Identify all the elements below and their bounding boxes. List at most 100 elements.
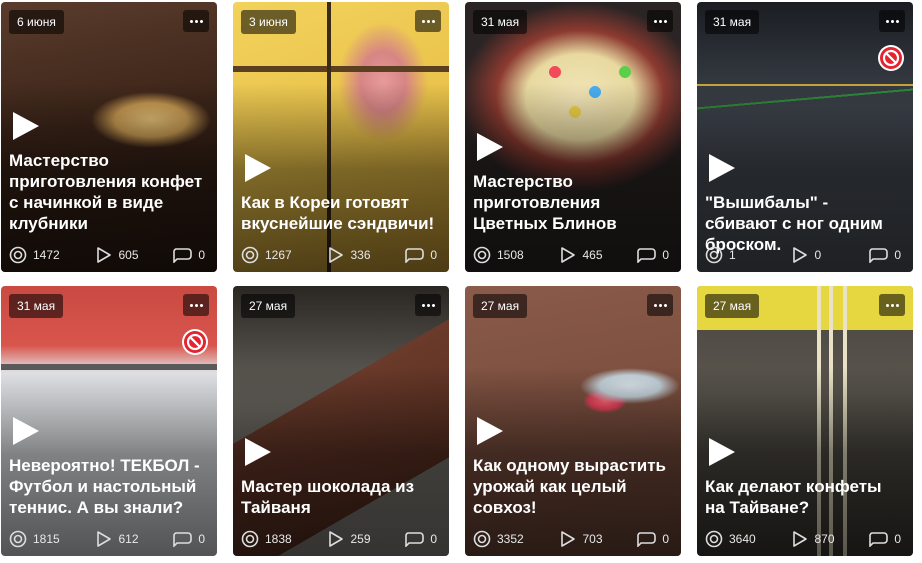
video-stats: 1815 612 0: [9, 530, 209, 548]
comments-stat[interactable]: 0: [868, 247, 901, 263]
play-triangle-icon: [329, 531, 344, 547]
video-card[interactable]: 27 мая Как делают конфеты на Тайване? 36…: [697, 286, 913, 556]
more-dots-icon[interactable]: [415, 10, 441, 32]
comments-count: 0: [662, 532, 669, 546]
plays-count: 870: [814, 532, 835, 546]
comments-count: 0: [430, 248, 437, 262]
video-card[interactable]: 3 июня Как в Кореи готовят вкуснейшие сэ…: [233, 2, 449, 272]
comments-stat[interactable]: 0: [404, 531, 437, 547]
comments-stat[interactable]: 0: [868, 531, 901, 547]
video-stats: 1267 336 0: [241, 246, 441, 264]
video-title[interactable]: Невероятно! ТЕКБОЛ - Футбол и настольный…: [9, 455, 209, 518]
video-title[interactable]: Как в Кореи готовят вкуснейшие сэндвичи!: [241, 192, 441, 234]
plays-count: 0: [814, 248, 822, 262]
video-card[interactable]: 31 мая Мастерство приготовления Цветных …: [465, 2, 681, 272]
publish-date: 3 июня: [241, 10, 296, 34]
views-stat: 3352: [473, 530, 560, 548]
video-card[interactable]: 31 мая "Вышибалы" - сбивают с ног одним …: [697, 2, 913, 272]
eye-circle-icon: [241, 246, 259, 264]
play-icon[interactable]: [241, 436, 273, 468]
plays-stat: 0: [792, 246, 868, 264]
publish-date: 27 мая: [241, 294, 296, 318]
video-card[interactable]: 31 мая Невероятно! ТЕКБОЛ - Футбол и нас…: [1, 286, 217, 556]
video-title[interactable]: Как одному вырастить урожай как целый со…: [473, 455, 673, 518]
views-stat: 1267: [241, 246, 328, 264]
more-dots-icon[interactable]: [415, 294, 441, 316]
play-triangle-icon: [561, 531, 576, 547]
speech-bubble-icon: [637, 532, 657, 547]
comments-stat[interactable]: 0: [172, 247, 205, 263]
play-icon[interactable]: [473, 131, 505, 163]
publish-date: 27 мая: [705, 294, 760, 318]
publish-date: 27 мая: [473, 294, 528, 318]
comments-stat[interactable]: 0: [404, 247, 437, 263]
plays-stat: 605: [96, 246, 172, 264]
views-count: 1508: [497, 248, 524, 262]
views-stat: 1838: [241, 530, 328, 548]
comments-stat[interactable]: 0: [636, 247, 669, 263]
more-dots-icon[interactable]: [879, 294, 905, 316]
video-stats: 3352 703 0: [473, 530, 673, 548]
views-count: 3352: [497, 532, 524, 546]
video-stats: 1508 465 0: [473, 246, 673, 264]
views-stat: 1: [705, 246, 792, 264]
plays-stat: 612: [96, 530, 172, 548]
plays-count: 612: [118, 532, 139, 546]
comments-stat[interactable]: 0: [636, 531, 669, 547]
eye-circle-icon: [9, 530, 27, 548]
more-dots-icon[interactable]: [183, 294, 209, 316]
video-title[interactable]: Как делают конфеты на Тайване?: [705, 476, 905, 518]
views-count: 1838: [265, 532, 292, 546]
video-card[interactable]: 6 июня Мастерство приготовления конфет с…: [1, 2, 217, 272]
views-count: 1472: [33, 248, 60, 262]
play-icon[interactable]: [705, 152, 737, 184]
more-dots-icon[interactable]: [183, 10, 209, 32]
comments-stat[interactable]: 0: [172, 531, 205, 547]
video-stats: 1838 259 0: [241, 530, 441, 548]
play-triangle-icon: [97, 247, 112, 263]
views-count: 1: [729, 248, 736, 262]
play-triangle-icon: [793, 531, 808, 547]
more-dots-icon[interactable]: [647, 294, 673, 316]
play-triangle-icon: [329, 247, 344, 263]
views-count: 3640: [729, 532, 756, 546]
video-card[interactable]: 27 мая Мастер шоколада из Тайваня 1838 2…: [233, 286, 449, 556]
video-stats: 1 0 0: [705, 246, 905, 264]
eye-circle-icon: [705, 246, 723, 264]
views-stat: 3640: [705, 530, 792, 548]
plays-stat: 259: [328, 530, 404, 548]
speech-bubble-icon: [173, 248, 193, 263]
plays-count: 465: [582, 248, 603, 262]
video-card[interactable]: 27 мая Как одному вырастить урожай как ц…: [465, 286, 681, 556]
eye-circle-icon: [473, 530, 491, 548]
play-icon[interactable]: [705, 436, 737, 468]
play-triangle-icon: [561, 247, 576, 263]
plays-count: 259: [350, 532, 371, 546]
play-icon[interactable]: [9, 110, 41, 142]
no-entry-icon: [878, 45, 904, 71]
plays-stat: 703: [560, 530, 636, 548]
eye-circle-icon: [241, 530, 259, 548]
plays-count: 703: [582, 532, 603, 546]
more-dots-icon[interactable]: [879, 10, 905, 32]
plays-stat: 465: [560, 246, 636, 264]
comments-count: 0: [430, 532, 437, 546]
video-title[interactable]: Мастер шоколада из Тайваня: [241, 476, 441, 518]
more-dots-icon[interactable]: [647, 10, 673, 32]
views-count: 1815: [33, 532, 60, 546]
video-stats: 3640 870 0: [705, 530, 905, 548]
play-icon[interactable]: [9, 415, 41, 447]
play-triangle-icon: [793, 247, 808, 263]
video-title[interactable]: Мастерство приготовления конфет с начинк…: [9, 150, 209, 234]
views-count: 1267: [265, 248, 292, 262]
publish-date: 6 июня: [9, 10, 64, 34]
speech-bubble-icon: [869, 532, 889, 547]
play-icon[interactable]: [473, 415, 505, 447]
eye-circle-icon: [9, 246, 27, 264]
video-title[interactable]: Мастерство приготовления Цветных Блинов: [473, 171, 673, 234]
publish-date: 31 мая: [473, 10, 528, 34]
no-entry-icon: [182, 329, 208, 355]
video-stats: 1472 605 0: [9, 246, 209, 264]
play-icon[interactable]: [241, 152, 273, 184]
plays-stat: 870: [792, 530, 868, 548]
